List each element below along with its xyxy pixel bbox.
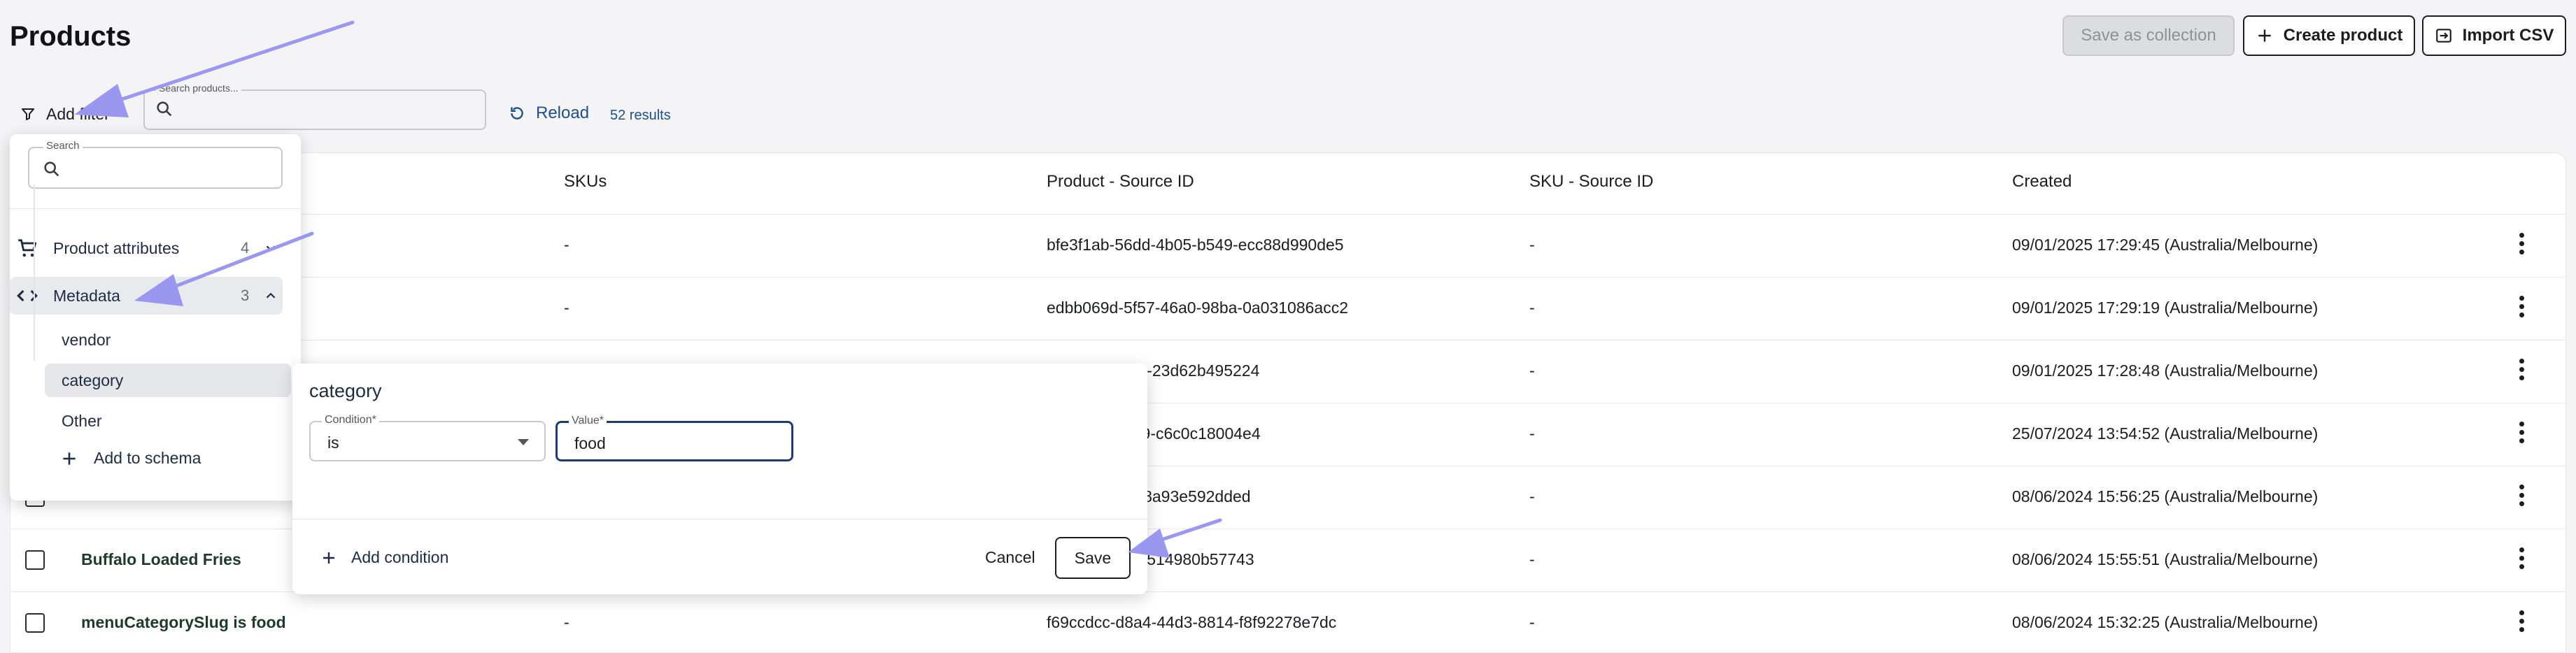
value-text: food — [574, 434, 606, 452]
reload-label: Reload — [536, 103, 590, 122]
cell-sku-source-id: - — [1529, 424, 1535, 443]
filter-group-product-attributes[interactable]: Product attributes 4 — [10, 229, 283, 267]
reload-button[interactable]: Reload — [508, 103, 589, 123]
row-checkbox[interactable] — [25, 613, 45, 633]
cell-created: 08/06/2024 15:55:51 (Australia/Melbourne… — [2012, 550, 2319, 568]
tree-line — [34, 185, 35, 361]
condition-dialog-title: category — [309, 380, 382, 401]
result-count: 52 results — [610, 108, 671, 123]
more-vertical-icon[interactable] — [2517, 233, 2526, 258]
cell-created: 09/01/2025 17:29:19 (Australia/Melbourne… — [2012, 299, 2319, 317]
add-to-schema-button[interactable]: Add to schema — [60, 449, 201, 468]
create-product-button[interactable]: Create product — [2243, 15, 2415, 56]
table-row[interactable]: - bfe3f1ab-56dd-4b05-b549-ecc88d990de5 - 09… — [10, 214, 2566, 277]
import-csv-button[interactable]: Import CSV — [2422, 15, 2566, 56]
chevron-up-icon — [266, 292, 276, 299]
cell-product-source-id: edbb069d-5f57-46a0-98ba-0a031086acc2 — [1047, 299, 1348, 317]
column-header-product-source-id[interactable]: Product - Source ID — [1047, 172, 1194, 192]
more-vertical-icon[interactable] — [2517, 485, 2526, 510]
cell-skus: - — [564, 613, 569, 631]
filter-search-input[interactable]: Search — [28, 140, 283, 189]
cancel-button[interactable]: Cancel — [985, 548, 1035, 567]
save-button[interactable]: Save — [1055, 537, 1131, 579]
table-row[interactable]: menuCategorySlug is food - f69ccdcc-d8a4-4… — [10, 591, 2566, 653]
plus-icon — [2258, 29, 2271, 42]
plus-icon — [63, 452, 76, 465]
caret-down-icon — [518, 439, 529, 445]
cell-sku-source-id: - — [1529, 487, 1535, 505]
cell-product-source-id: f69ccdcc-d8a4-44d3-8814-f8f92278e7dc — [1047, 613, 1337, 631]
cell-created: 08/06/2024 15:32:25 (Australia/Melbourne… — [2012, 613, 2319, 631]
cell-sku-source-id: - — [1529, 361, 1535, 380]
metadata-item-other[interactable]: Other — [45, 404, 291, 438]
column-header-sku-source-id[interactable]: SKU - Source ID — [1529, 172, 1653, 192]
condition-value: is — [327, 433, 339, 452]
cell-sku-source-id: - — [1529, 236, 1535, 254]
search-input[interactable]: Search products... — [143, 82, 486, 130]
save-as-collection-button[interactable]: Save as collection — [2062, 15, 2235, 56]
cell-skus: - — [564, 236, 569, 254]
plus-icon — [323, 552, 334, 564]
save-as-collection-label: Save as collection — [2081, 26, 2216, 45]
product-name[interactable]: Buffalo Loaded Fries — [81, 550, 241, 569]
product-name[interactable]: menuCategorySlug is food — [81, 613, 286, 632]
more-vertical-icon[interactable] — [2517, 296, 2526, 321]
row-checkbox[interactable] — [25, 550, 45, 570]
cell-created: 09/01/2025 17:28:48 (Australia/Melbourne… — [2012, 361, 2319, 380]
import-csv-label: Import CSV — [2462, 26, 2554, 45]
cell-product-source-id: bfe3f1ab-56dd-4b05-b549-ecc88d990de5 — [1047, 236, 1344, 254]
value-input[interactable]: Value* food — [555, 415, 793, 461]
search-icon — [157, 101, 172, 117]
cell-created: 09/01/2025 17:29:45 (Australia/Melbourne… — [2012, 236, 2319, 254]
add-condition-button[interactable]: Add condition — [320, 548, 448, 567]
filter-group-label: Metadata — [53, 286, 120, 305]
app-root: Products Save as collection Create produ… — [0, 0, 2576, 653]
cell-skus: - — [564, 299, 569, 317]
add-to-schema-label: Add to schema — [94, 449, 201, 467]
search-icon — [44, 162, 59, 177]
chevron-down-icon — [266, 245, 276, 252]
import-icon — [2435, 29, 2451, 43]
condition-select[interactable]: Condition* is — [309, 414, 546, 461]
cell-sku-source-id: - — [1529, 613, 1535, 631]
column-header-created[interactable]: Created — [2012, 172, 2072, 192]
code-icon — [17, 289, 38, 302]
filter-group-label: Product attributes — [53, 238, 180, 257]
metadata-item-vendor[interactable]: vendor — [45, 323, 291, 357]
cell-created: 25/07/2024 13:54:52 (Australia/Melbourne… — [2012, 424, 2319, 443]
filter-group-count: 4 — [241, 239, 250, 257]
divider — [10, 208, 301, 209]
create-product-label: Create product — [2283, 26, 2403, 45]
table-row[interactable]: - edbb069d-5f57-46a0-98ba-0a031086acc2 - 09… — [10, 277, 2566, 340]
filter-group-metadata[interactable]: Metadata 3 — [10, 277, 283, 315]
page-title: Products — [10, 21, 132, 52]
reload-icon — [511, 107, 523, 120]
more-vertical-icon[interactable] — [2517, 359, 2526, 384]
search-placeholder: Search products... — [156, 82, 241, 94]
column-header-skus[interactable]: SKUs — [564, 172, 607, 192]
more-vertical-icon[interactable] — [2517, 610, 2526, 636]
metadata-item-category[interactable]: category — [45, 364, 291, 397]
cart-icon — [18, 239, 37, 257]
more-vertical-icon[interactable] — [2517, 547, 2526, 573]
add-condition-label: Add condition — [351, 548, 449, 566]
filter-dropdown: Search — [10, 134, 301, 501]
more-vertical-icon[interactable] — [2517, 422, 2526, 447]
filter-icon — [22, 108, 34, 120]
cell-created: 08/06/2024 15:56:25 (Australia/Melbourne… — [2012, 487, 2319, 505]
filter-search-label: Search — [43, 140, 83, 152]
add-filter-label: Add filter — [46, 104, 110, 123]
condition-label: Condition* — [322, 414, 379, 426]
cell-sku-source-id: - — [1529, 299, 1535, 317]
cell-sku-source-id: - — [1529, 550, 1535, 568]
add-filter-button[interactable]: Add filter — [20, 102, 110, 126]
value-label: Value* — [569, 415, 607, 427]
filter-group-count: 3 — [241, 287, 250, 304]
